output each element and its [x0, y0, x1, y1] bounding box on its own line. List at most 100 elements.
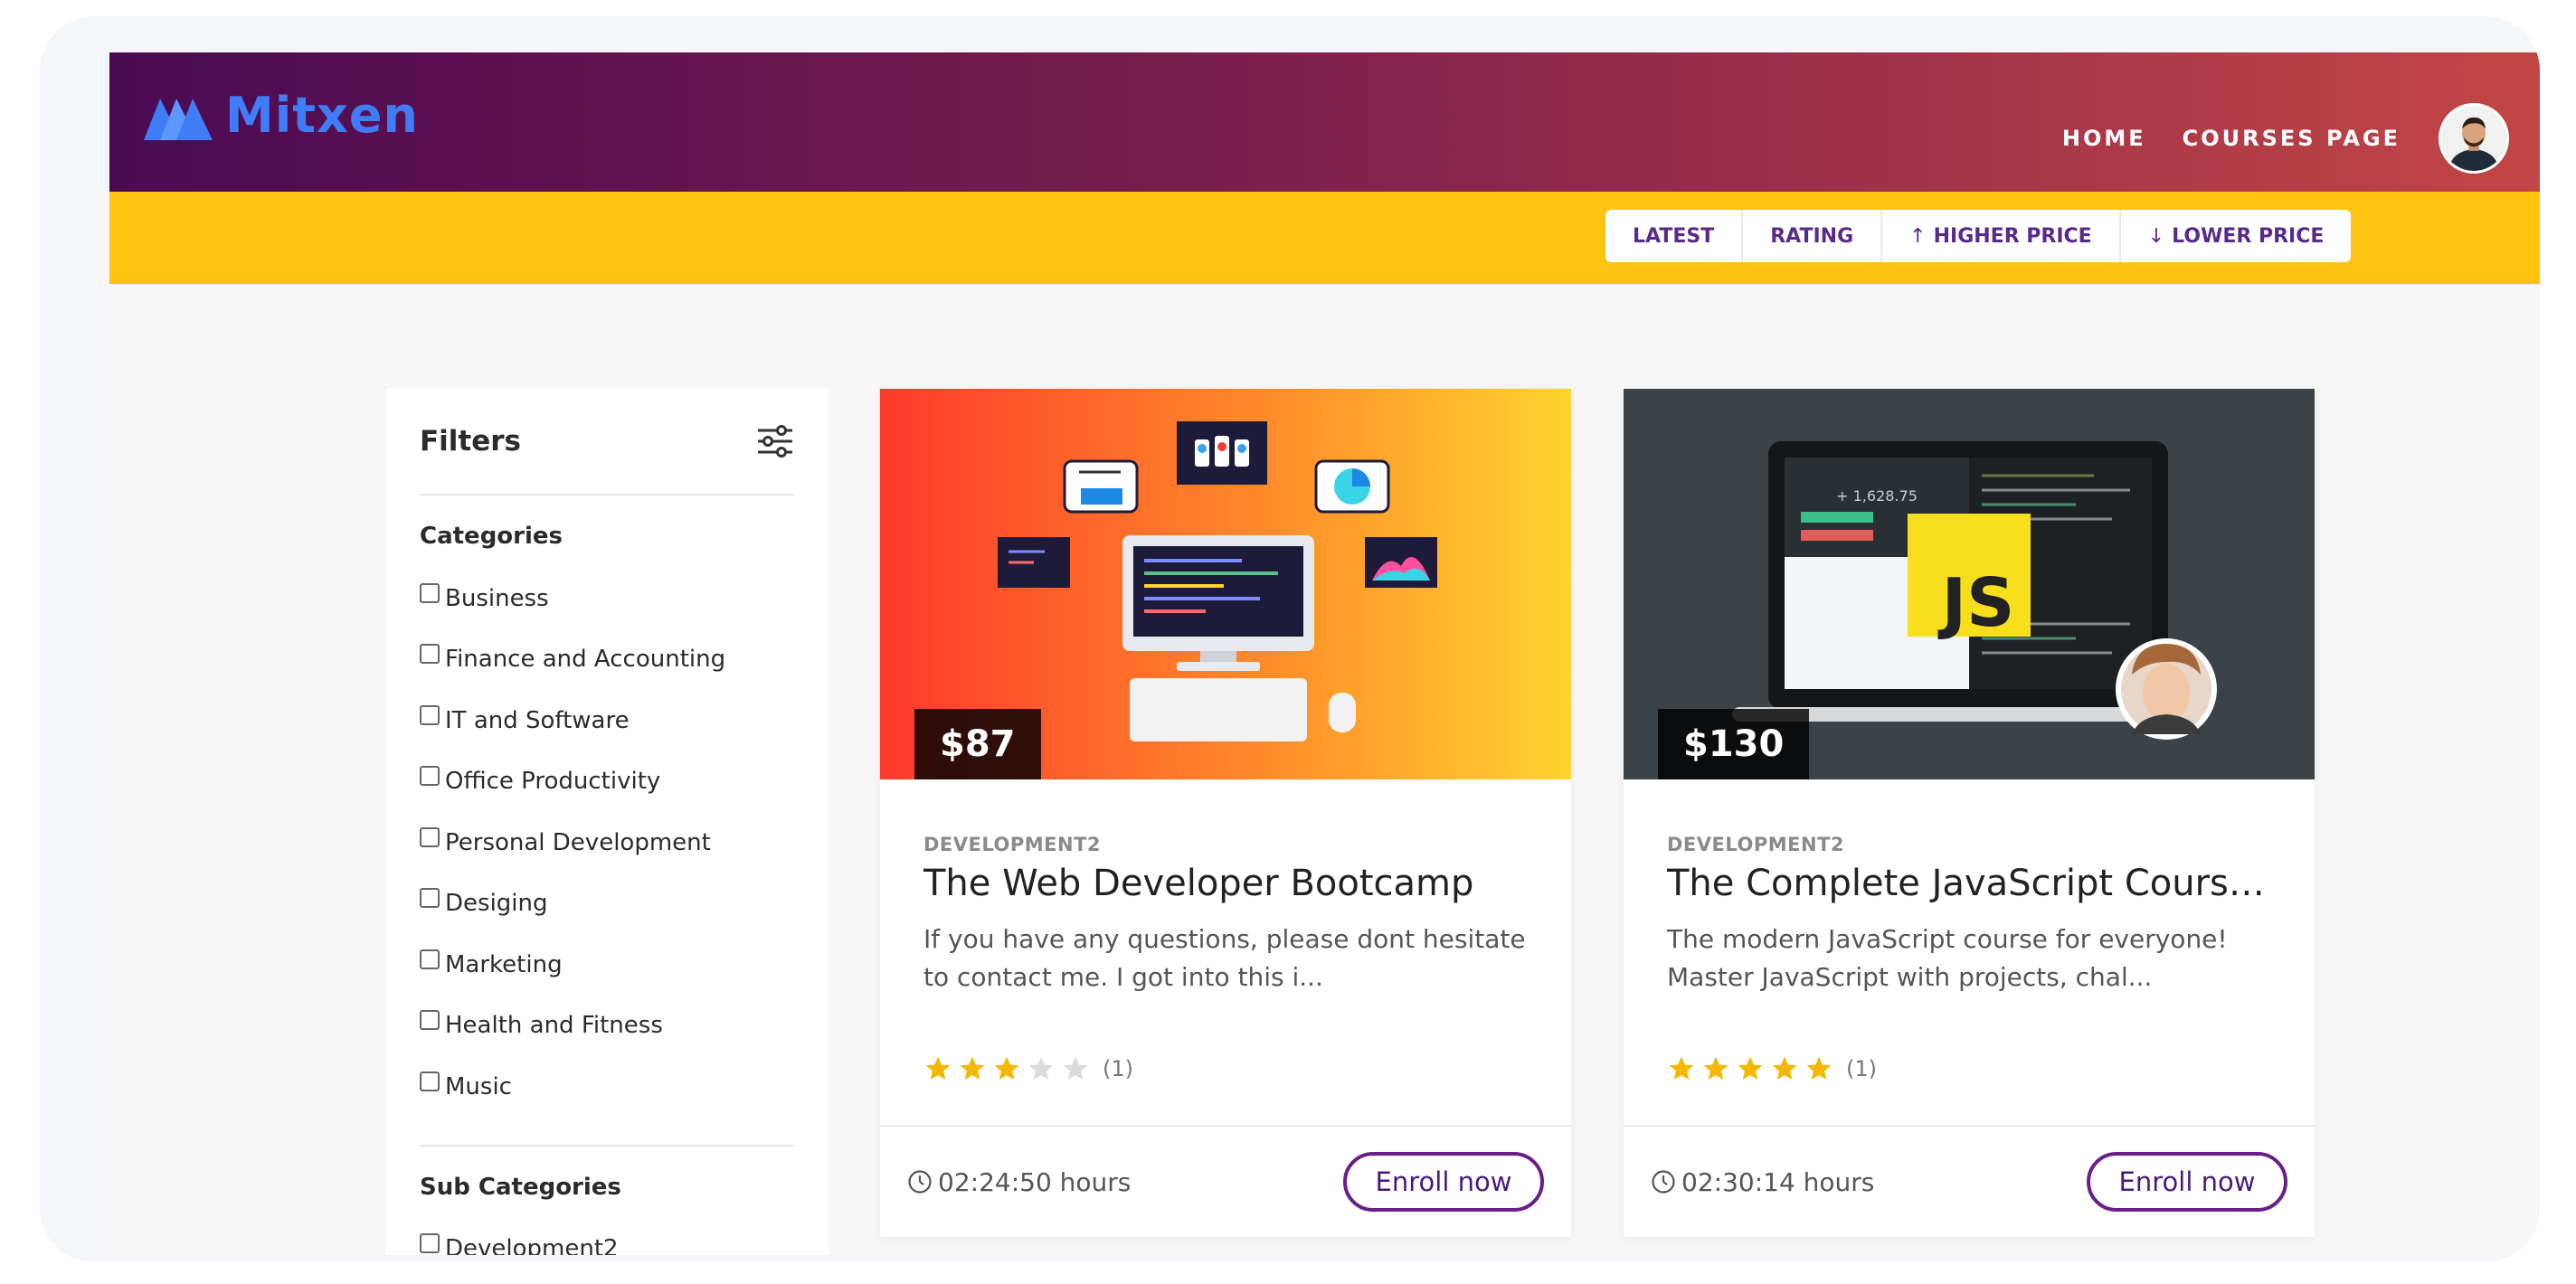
category-label: Marketing: [445, 950, 563, 978]
js-logo-text: JS: [1937, 564, 2015, 642]
logo-mark-icon: [144, 98, 213, 140]
filters-divider: [420, 1144, 794, 1147]
category-item[interactable]: Music: [420, 1056, 794, 1118]
enroll-button[interactable]: Enroll now: [2087, 1152, 2287, 1212]
course-duration: 02:30:14 hours: [1651, 1167, 1874, 1197]
card-body: DEVELOPMENT2 The Web Developer Bootcamp …: [880, 779, 1571, 1127]
course-card[interactable]: $87 DEVELOPMENT2 The Web Developer Bootc…: [880, 389, 1571, 1237]
price-badge: $130: [1658, 709, 1810, 779]
sort-bar: LATEST RATING ↑ HIGHER PRICE ↓ LOWER PRICE: [109, 192, 2540, 284]
category-checkbox[interactable]: [420, 1010, 440, 1031]
category-item[interactable]: Business: [420, 568, 794, 629]
course-thumbnail[interactable]: $87: [880, 389, 1571, 779]
star-filled-icon: [1738, 1056, 1763, 1080]
arrow-down-icon: ↓: [2147, 224, 2165, 248]
category-item[interactable]: Health and Fitness: [420, 996, 794, 1057]
rating-count: (1): [1103, 1056, 1133, 1081]
course-title[interactable]: The Complete JavaScript Course 2023: Fro…: [1667, 863, 2271, 904]
enroll-button[interactable]: Enroll now: [1343, 1152, 1544, 1212]
category-label: Personal Development: [445, 828, 711, 856]
subcategories-title: Sub Categories: [420, 1173, 621, 1201]
nav-home-link[interactable]: HOME: [2062, 126, 2146, 151]
sort-higher-label: HIGHER PRICE: [1933, 224, 2092, 248]
sort-higher-price-button[interactable]: ↑ HIGHER PRICE: [1882, 210, 2121, 262]
sort-lower-label: LOWER PRICE: [2172, 224, 2325, 248]
card-footer: 02:30:14 hours Enroll now: [1624, 1127, 2315, 1237]
star-filled-icon: [1703, 1056, 1728, 1080]
sort-latest-button[interactable]: LATEST: [1605, 210, 1744, 262]
category-label: Music: [445, 1072, 512, 1100]
category-item[interactable]: Marketing: [420, 934, 794, 996]
filters-panel: Filters Categories Business Finance and …: [385, 389, 829, 1255]
duration-text: 02:24:50 hours: [938, 1166, 1132, 1197]
sort-rating-label: RATING: [1770, 224, 1854, 248]
subcategories-list: Development2: [420, 1219, 794, 1255]
sort-latest-label: LATEST: [1633, 224, 1715, 248]
category-label: IT and Software: [445, 706, 630, 734]
star-filled-icon: [960, 1056, 985, 1080]
category-label: Health and Fitness: [445, 1012, 663, 1040]
browser-frame: Mitxen HOME COURSES PAGE LATEST RATING ↑…: [40, 16, 2540, 1262]
course-thumbnail[interactable]: + 1,628.75 JS $130: [1624, 389, 2315, 779]
logo[interactable]: Mitxen: [144, 87, 419, 144]
star-filled-icon: [1772, 1056, 1797, 1080]
category-checkbox[interactable]: [420, 704, 440, 725]
sliders-icon[interactable]: [756, 423, 794, 459]
category-checkbox[interactable]: [420, 949, 440, 969]
course-category: DEVELOPMENT2: [1667, 834, 1845, 855]
category-checkbox[interactable]: [420, 1071, 440, 1091]
filters-header: Filters: [420, 389, 794, 496]
category-checkbox[interactable]: [420, 644, 440, 665]
subcategory-item[interactable]: Development2: [420, 1219, 794, 1255]
star-filled-icon: [925, 1056, 951, 1080]
course-card[interactable]: + 1,628.75 JS $130 DEVELOPMENT2 The Comp…: [1624, 389, 2315, 1237]
course-rating: (1): [923, 1054, 1528, 1083]
category-label: Finance and Accounting: [445, 646, 726, 674]
category-checkbox[interactable]: [420, 888, 440, 909]
rating-count: (1): [1846, 1056, 1877, 1081]
category-item[interactable]: IT and Software: [420, 690, 794, 751]
subcategory-checkbox[interactable]: [420, 1233, 440, 1254]
top-header: Mitxen HOME COURSES PAGE: [109, 52, 2540, 192]
category-label: Office Productivity: [445, 768, 661, 796]
user-avatar-icon: [2441, 106, 2506, 171]
categories-title: Categories: [420, 523, 564, 550]
filters-title: Filters: [420, 425, 522, 458]
image-figure-text: + 1,628.75: [1836, 487, 1918, 505]
avatar[interactable]: [2439, 103, 2509, 174]
course-duration: 02:24:50 hours: [907, 1167, 1131, 1197]
categories-list: Business Finance and Accounting IT and S…: [420, 568, 794, 1118]
nav-courses-link[interactable]: COURSES PAGE: [2183, 126, 2401, 151]
star-filled-icon: [1806, 1056, 1832, 1080]
card-footer: 02:24:50 hours Enroll now: [880, 1127, 1571, 1237]
clock-icon: [1652, 1170, 1675, 1194]
course-category: DEVELOPMENT2: [923, 834, 1102, 855]
category-label: Business: [445, 584, 549, 612]
category-item[interactable]: Finance and Accounting: [420, 629, 794, 691]
subcategory-label: Development2: [445, 1235, 619, 1255]
course-title[interactable]: The Web Developer Bootcamp: [923, 863, 1528, 904]
star-filled-icon: [1669, 1056, 1694, 1080]
category-checkbox[interactable]: [420, 766, 440, 787]
clock-icon: [908, 1170, 932, 1194]
main-nav: HOME COURSES PAGE: [2026, 103, 2509, 174]
category-checkbox[interactable]: [420, 582, 440, 603]
arrow-up-icon: ↑: [1909, 224, 1927, 248]
category-item[interactable]: Office Productivity: [420, 751, 794, 813]
duration-text: 02:30:14 hours: [1681, 1166, 1875, 1197]
app-root: Mitxen HOME COURSES PAGE LATEST RATING ↑…: [109, 52, 2540, 1255]
category-label: Desiging: [445, 890, 548, 918]
category-item[interactable]: Desiging: [420, 873, 794, 935]
course-description: If you have any questions, please dont h…: [923, 924, 1526, 992]
category-checkbox[interactable]: [420, 826, 440, 847]
price-badge: $87: [914, 709, 1041, 779]
sort-rating-button[interactable]: RATING: [1743, 210, 1883, 262]
category-item[interactable]: Personal Development: [420, 812, 794, 873]
star-empty-icon: [1063, 1056, 1088, 1080]
logo-text: Mitxen: [225, 87, 419, 144]
sort-button-group: LATEST RATING ↑ HIGHER PRICE ↓ LOWER PRICE: [1605, 210, 2352, 262]
course-description: The modern JavaScript course for everyon…: [1667, 924, 2228, 992]
star-filled-icon: [994, 1056, 1019, 1080]
sort-lower-price-button[interactable]: ↓ LOWER PRICE: [2121, 210, 2352, 262]
course-rating: (1): [1667, 1054, 2271, 1083]
